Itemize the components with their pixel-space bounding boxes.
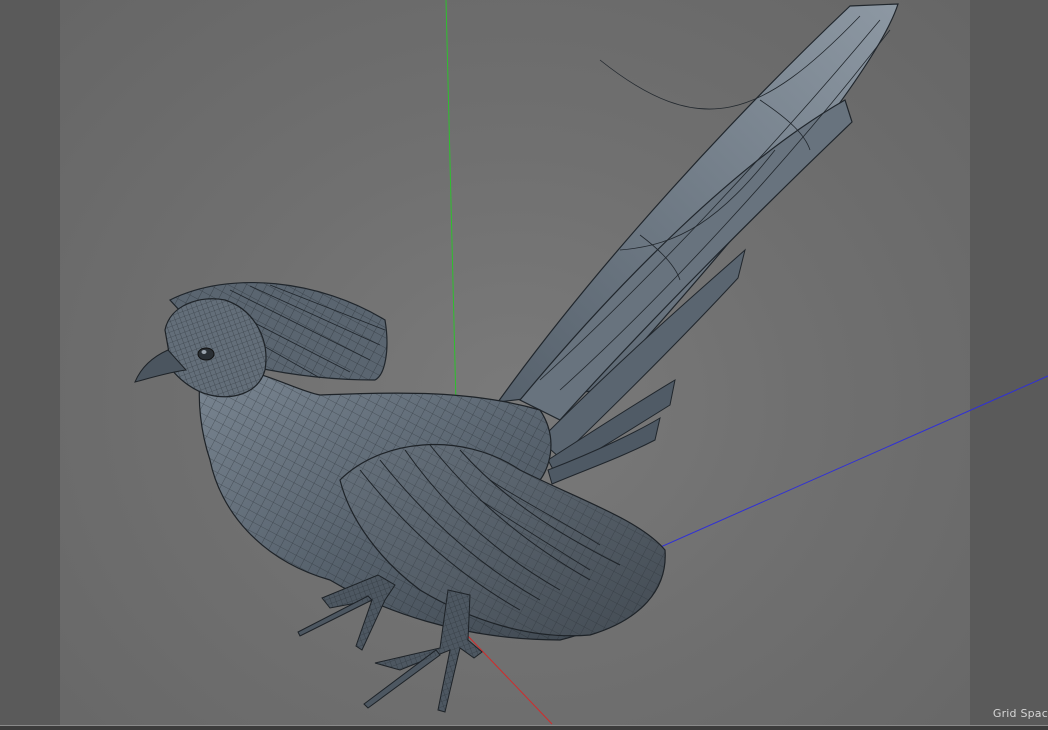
scene-canvas[interactable] [0,0,1048,730]
bird-model[interactable] [134,3,899,713]
bird-head [134,298,267,398]
3d-viewport[interactable]: Grid Spac [0,0,1048,730]
eye [197,347,215,361]
viewport-bottom-border [0,725,1048,730]
x-axis-line [465,633,553,725]
y-axis-line [445,0,457,405]
grid-spacing-label: Grid Spac [992,707,1048,720]
tail-feathers [496,3,899,485]
